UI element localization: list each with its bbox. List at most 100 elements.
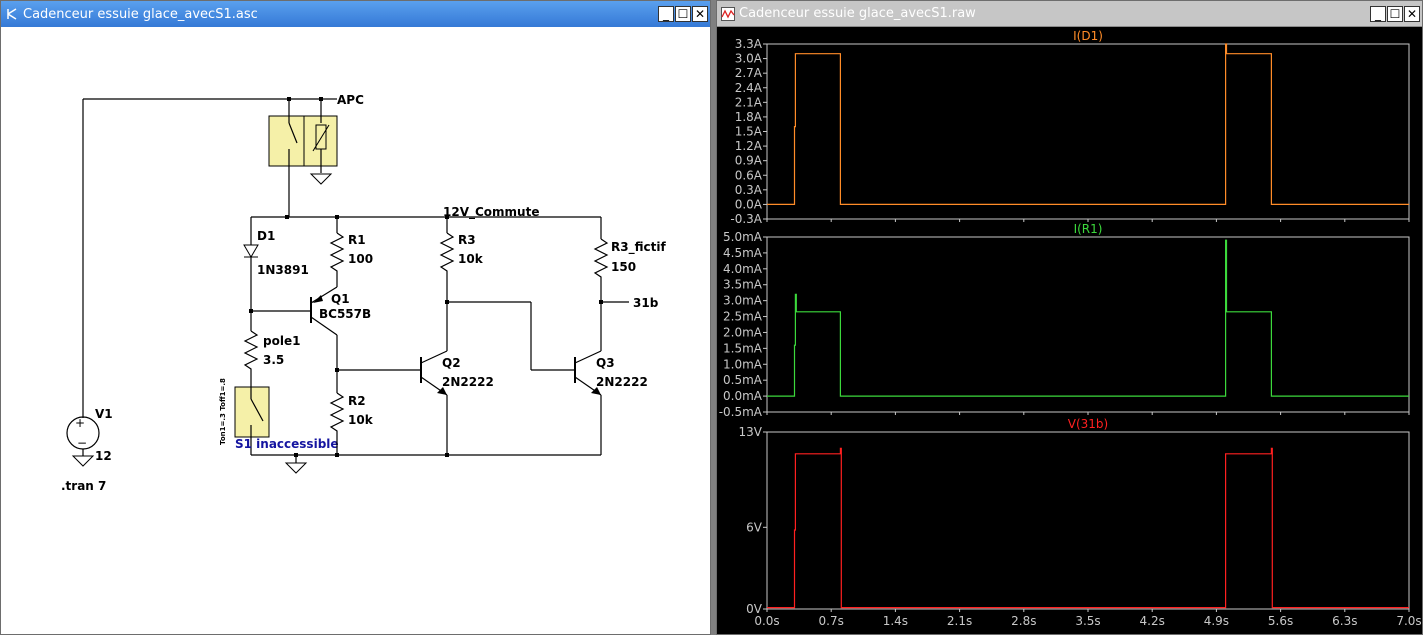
v1-value: 12 bbox=[95, 449, 112, 463]
s1-params: Ton1=.3 Toff1=.8 bbox=[219, 378, 227, 445]
diode-d1-icon[interactable] bbox=[243, 244, 259, 258]
y-tick-label: -0.3A bbox=[730, 212, 762, 226]
q2-label: Q2 bbox=[442, 356, 461, 370]
ground-icon bbox=[284, 462, 308, 474]
y-tick-label: 3.0A bbox=[735, 52, 763, 66]
waveform-window[interactable]: Cadenceur essuie glace_avecS1.raw _ ☐ ✕ … bbox=[716, 0, 1423, 635]
r3-fictif-value: 150 bbox=[611, 260, 636, 274]
resistor-r3-icon[interactable] bbox=[439, 232, 455, 351]
minimize-button[interactable]: _ bbox=[658, 6, 674, 22]
pole1-value: 3.5 bbox=[263, 353, 284, 367]
q1-label: Q1 bbox=[331, 292, 350, 306]
y-tick-label: 2.7A bbox=[735, 66, 763, 80]
apc-switch-icon[interactable] bbox=[268, 101, 338, 217]
schematic-canvas[interactable]: + − V1 12 .tran 7 APC 12V_Commute D1 1N3… bbox=[5, 29, 710, 634]
r2-value: 10k bbox=[348, 413, 374, 427]
close-button[interactable]: ✕ bbox=[1404, 5, 1420, 22]
x-tick-label: 2.8s bbox=[1011, 614, 1036, 628]
q3-label: Q3 bbox=[596, 356, 615, 370]
plot-title: I(D1) bbox=[1073, 29, 1103, 43]
tran-directive[interactable]: .tran 7 bbox=[61, 479, 106, 493]
y-tick-label: 2.0mA bbox=[723, 325, 763, 339]
maximize-button[interactable]: ☐ bbox=[1387, 5, 1403, 22]
y-tick-label: 1.8A bbox=[735, 110, 763, 124]
d1-label: D1 bbox=[257, 229, 275, 243]
x-tick-label: 4.2s bbox=[1140, 614, 1165, 628]
y-tick-label: 1.5mA bbox=[723, 341, 763, 355]
x-tick-label: 4.9s bbox=[1204, 614, 1229, 628]
waveform-plots[interactable]: I(D1) 3.3A3.0A2.7A2.4A2.1A1.8A1.5A1.2A0.9… bbox=[717, 28, 1423, 635]
maximize-button[interactable]: ☐ bbox=[675, 6, 691, 22]
minimize-button[interactable]: _ bbox=[1370, 5, 1386, 22]
series-line-v-31b- bbox=[767, 447, 1409, 609]
q3-model: 2N2222 bbox=[596, 375, 648, 389]
q1-model: BC557B bbox=[319, 307, 371, 321]
x-tick-label: 1.4s bbox=[883, 614, 908, 628]
resistor-r1-icon[interactable] bbox=[329, 232, 345, 287]
y-tick-label: 0.0A bbox=[735, 197, 763, 211]
x-tick-label: 0.0s bbox=[754, 614, 779, 628]
r3-fictif-label: R3_fictif bbox=[611, 240, 666, 255]
plot-frame bbox=[766, 236, 1410, 413]
waveform-app-icon bbox=[721, 6, 735, 21]
y-tick-label: 4.0mA bbox=[723, 262, 763, 276]
waveform-plot-area[interactable]: I(D1) 3.3A 3.0A 2.7A 2.4A 2.1A 1.8A 1.5A 1.2A 0.9… bbox=[717, 28, 1422, 634]
ground-icon bbox=[71, 455, 95, 467]
y-tick-label: 6V bbox=[746, 520, 763, 534]
window-title: Cadenceur essuie glace_avecS1.raw bbox=[739, 6, 976, 21]
y-tick-label: 4.5mA bbox=[723, 246, 763, 260]
apc-label: APC bbox=[337, 93, 364, 107]
schematic-window[interactable]: Cadenceur essuie glace_avecS1.asc _ ☐ ✕ … bbox=[0, 0, 711, 635]
y-tick-label: 1.2A bbox=[735, 139, 763, 153]
r3-label: R3 bbox=[458, 233, 476, 247]
y-tick-label: 13V bbox=[739, 425, 763, 439]
schematic-titlebar[interactable]: Cadenceur essuie glace_avecS1.asc _ ☐ ✕ bbox=[1, 1, 710, 27]
net-12v-label: 12V_Commute bbox=[443, 205, 539, 220]
series-line-i-r1- bbox=[767, 239, 1409, 397]
plot-title: I(R1) bbox=[1074, 222, 1103, 236]
y-tick-label: 5.0mA bbox=[723, 230, 763, 244]
plot-title: V(31b) bbox=[1068, 417, 1108, 431]
s1-label: S1 inaccessible bbox=[235, 437, 339, 451]
window-title: Cadenceur essuie glace_avecS1.asc bbox=[23, 6, 258, 22]
y-tick-label: 0.6A bbox=[735, 168, 763, 182]
y-tick-label: 1.0mA bbox=[723, 357, 763, 371]
x-tick-label: 0.7s bbox=[819, 614, 844, 628]
y-tick-label: -0.5mA bbox=[719, 405, 763, 419]
waveform-titlebar[interactable]: Cadenceur essuie glace_avecS1.raw _ ☐ ✕ bbox=[717, 1, 1422, 27]
y-tick-label: 1.5A bbox=[735, 125, 763, 139]
net-31b-label: 31b bbox=[633, 296, 659, 310]
y-tick-label: 0.3A bbox=[735, 183, 763, 197]
r1-value: 100 bbox=[348, 252, 373, 266]
y-tick-label: 3.0mA bbox=[723, 294, 763, 308]
x-tick-label: 3.5s bbox=[1075, 614, 1100, 628]
r3-value: 10k bbox=[458, 252, 484, 266]
r1-label: R1 bbox=[348, 233, 366, 247]
x-tick-label: 2.1s bbox=[947, 614, 972, 628]
y-tick-label: 0.5mA bbox=[723, 373, 763, 387]
x-tick-label: 7.0s bbox=[1396, 614, 1421, 628]
y-tick-label: 0.0mA bbox=[723, 389, 763, 403]
y-tick-label: 3.3A bbox=[735, 37, 763, 51]
y-tick-label: 3.5mA bbox=[723, 278, 763, 292]
r2-label: R2 bbox=[348, 394, 366, 408]
x-tick-label: 6.3s bbox=[1332, 614, 1357, 628]
v1-label: V1 bbox=[95, 407, 113, 421]
resistor-pole1-icon[interactable] bbox=[243, 330, 259, 387]
y-tick-label: 2.1A bbox=[735, 95, 763, 109]
plot-frame bbox=[766, 431, 1410, 610]
y-tick-label: 2.5mA bbox=[723, 310, 763, 324]
q2-model: 2N2222 bbox=[442, 375, 494, 389]
svg-text:−: − bbox=[77, 436, 87, 450]
svg-text:+: + bbox=[75, 416, 85, 430]
resistor-r3-fictif-icon[interactable] bbox=[593, 238, 609, 351]
x-tick-label: 5.6s bbox=[1268, 614, 1293, 628]
pole1-label: pole1 bbox=[263, 334, 300, 348]
y-tick-label: 0.9A bbox=[735, 154, 763, 168]
series-line-i-d1- bbox=[767, 43, 1409, 205]
plot-frame bbox=[766, 43, 1410, 220]
y-tick-label: 2.4A bbox=[735, 81, 763, 95]
d1-model: 1N3891 bbox=[257, 263, 309, 277]
schematic-app-icon bbox=[5, 7, 19, 21]
close-button[interactable]: ✕ bbox=[692, 6, 708, 22]
